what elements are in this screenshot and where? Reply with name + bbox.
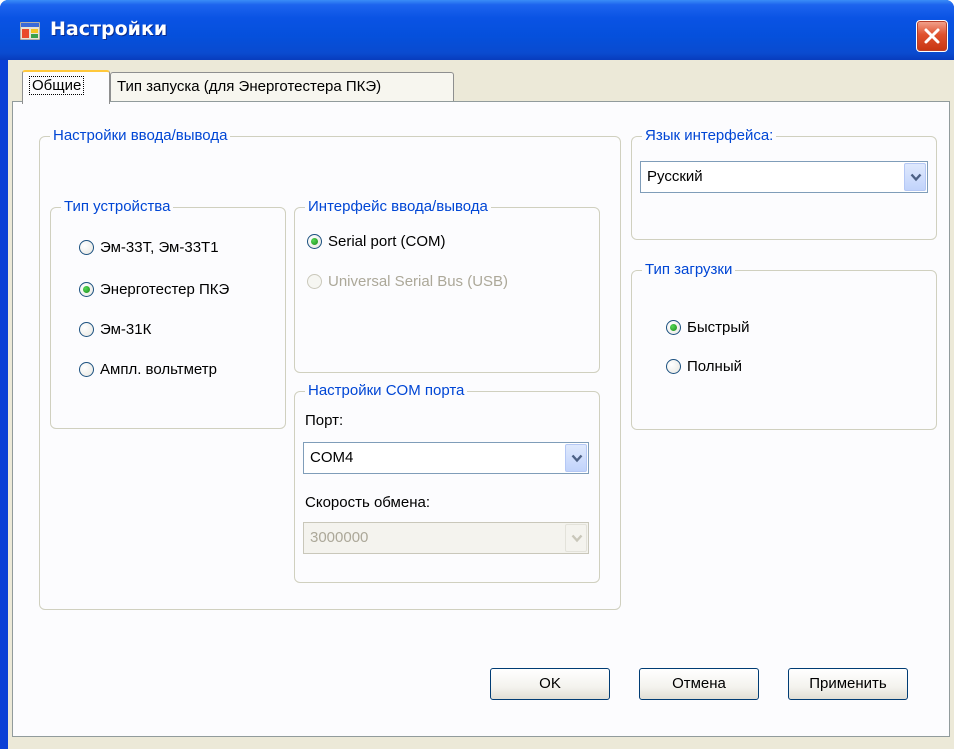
- device-radio-energotester-label: Энерготестер ПКЭ: [100, 281, 230, 298]
- language-legend: Язык интерфейса:: [642, 127, 777, 145]
- ok-button[interactable]: OK: [490, 668, 610, 700]
- interface-radio-serial[interactable]: Serial port (COM): [307, 233, 446, 250]
- device-radio-em31k-label: Эм-31К: [100, 321, 152, 338]
- device-radio-em31k[interactable]: Эм-31К: [79, 321, 151, 338]
- load-radio-fast-label: Быстрый: [687, 319, 750, 336]
- load-type-legend: Тип загрузки: [642, 261, 736, 279]
- com-settings-group: Настройки COM порта Порт: COM4 Скорость …: [294, 382, 600, 583]
- apply-button[interactable]: Применить: [788, 668, 908, 700]
- speed-select-value: 3000000: [310, 529, 369, 546]
- dialog-client-area: Общие Тип запуска (для Энерготестера ПКЭ…: [8, 60, 954, 749]
- interface-radio-usb[interactable]: Universal Serial Bus (USB): [307, 273, 508, 290]
- settings-window: Настройки Общие Тип запуска (для Энергот…: [0, 0, 954, 749]
- load-type-group: Тип загрузки Быстрый Полный: [631, 261, 937, 430]
- port-label: Порт:: [305, 412, 344, 429]
- chevron-down-icon: [910, 173, 922, 182]
- chevron-down-icon: [571, 454, 583, 463]
- speed-select-dropdown-button[interactable]: [565, 524, 587, 552]
- tab-general[interactable]: Общие: [22, 70, 110, 104]
- tab-page-general: Настройки ввода/вывода Тип устройства Эм…: [12, 101, 950, 737]
- radio-circle: [79, 362, 94, 377]
- radio-circle: [666, 359, 681, 374]
- io-interface-legend: Интерфейс ввода/вывода: [305, 198, 491, 216]
- io-interface-group: Интерфейс ввода/вывода Serial port (COM)…: [294, 198, 600, 373]
- tab-general-label: Общие: [29, 76, 85, 95]
- radio-circle: [79, 240, 94, 255]
- com-settings-legend: Настройки COM порта: [305, 382, 468, 400]
- load-radio-full-label: Полный: [687, 358, 742, 375]
- title-bar[interactable]: Настройки: [0, 0, 954, 60]
- port-select[interactable]: COM4: [303, 442, 589, 474]
- device-radio-em33t-label: Эм-33Т, Эм-33Т1: [100, 239, 219, 256]
- radio-circle-checked: [307, 234, 322, 249]
- interface-radio-usb-label: Universal Serial Bus (USB): [328, 273, 509, 290]
- device-radio-voltmeter[interactable]: Ампл. вольтметр: [79, 361, 217, 378]
- window-title: Настройки: [50, 18, 168, 40]
- load-radio-full[interactable]: Полный: [666, 358, 742, 375]
- language-select-dropdown-button[interactable]: [904, 163, 926, 191]
- tab-launch-type[interactable]: Тип запуска (для Энерготестера ПКЭ): [110, 72, 454, 102]
- cancel-button[interactable]: Отмена: [639, 668, 759, 700]
- radio-circle-checked: [666, 320, 681, 335]
- tab-launch-type-label: Тип запуска (для Энерготестера ПКЭ): [117, 78, 382, 95]
- language-select[interactable]: Русский: [640, 161, 928, 193]
- interface-radio-serial-label: Serial port (COM): [328, 233, 446, 250]
- load-radio-fast[interactable]: Быстрый: [666, 319, 750, 336]
- device-radio-energotester[interactable]: Энерготестер ПКЭ: [79, 281, 229, 298]
- radio-circle-checked: [79, 282, 94, 297]
- close-icon: [924, 28, 940, 44]
- port-select-dropdown-button[interactable]: [565, 444, 587, 472]
- io-settings-group: Настройки ввода/вывода Тип устройства Эм…: [39, 127, 621, 610]
- speed-label: Скорость обмена:: [305, 494, 430, 511]
- device-radio-voltmeter-label: Ампл. вольтметр: [100, 361, 217, 378]
- device-radio-em33t[interactable]: Эм-33Т, Эм-33Т1: [79, 239, 219, 256]
- device-type-legend: Тип устройства: [61, 198, 174, 216]
- radio-circle: [307, 274, 322, 289]
- chevron-down-icon: [571, 534, 583, 543]
- radio-circle: [79, 322, 94, 337]
- device-type-group: Тип устройства Эм-33Т, Эм-33Т1 Энерготес…: [50, 198, 286, 429]
- language-group: Язык интерфейса: Русский: [631, 127, 937, 240]
- app-window-icon: [20, 22, 40, 40]
- speed-select[interactable]: 3000000: [303, 522, 589, 554]
- port-select-value: COM4: [310, 449, 354, 466]
- language-select-value: Русский: [647, 168, 703, 185]
- io-settings-legend: Настройки ввода/вывода: [50, 127, 231, 145]
- close-button[interactable]: [916, 20, 948, 52]
